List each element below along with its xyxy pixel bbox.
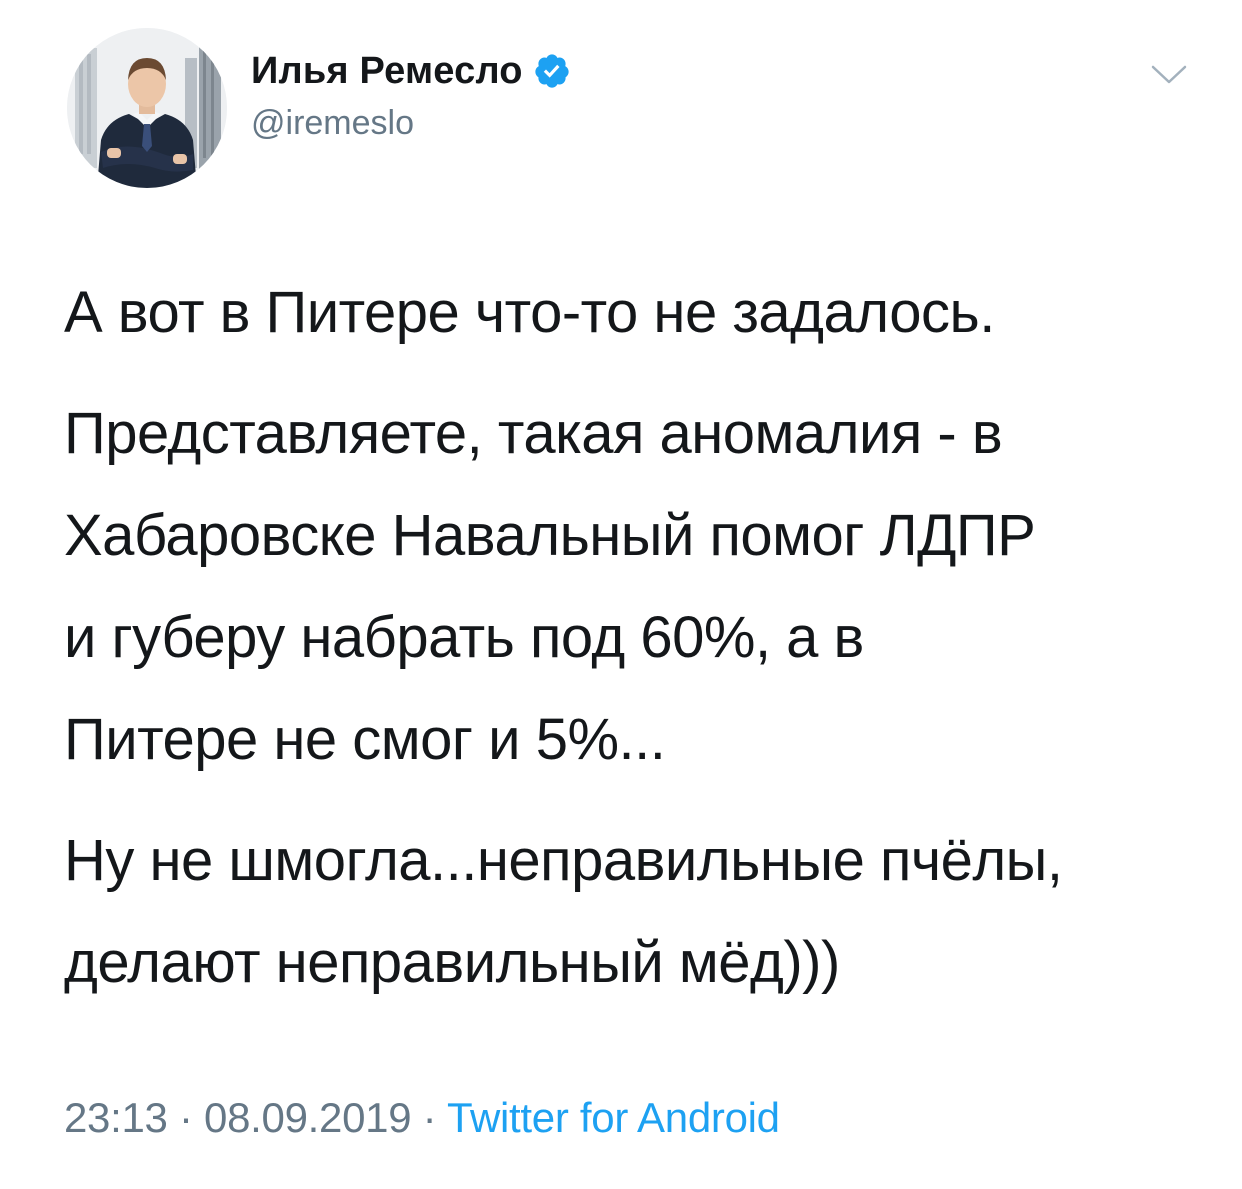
meta-separator: · <box>167 1094 205 1141</box>
person-avatar-icon <box>67 28 227 188</box>
chevron-down-icon[interactable] <box>1150 62 1188 88</box>
tweet-source-link[interactable]: Twitter for Android <box>447 1094 780 1141</box>
author-name-row[interactable]: Илья Ремесло <box>251 46 571 96</box>
author-display-name[interactable]: Илья Ремесло <box>251 50 523 93</box>
tweet-text: А вот в Питере что-то не задалось. Предс… <box>64 262 1194 1014</box>
author-avatar[interactable] <box>67 28 227 188</box>
tweet-paragraph: Ну не шмогла...неправильные пчёлы, делаю… <box>64 828 1063 995</box>
tweet-time[interactable]: 23:13 <box>64 1094 168 1141</box>
tweet-paragraph: А вот в Питере что-то не задалось. <box>64 280 995 345</box>
author-handle[interactable]: @iremeslo <box>251 104 414 143</box>
tweet-date[interactable]: 08.09.2019 <box>204 1094 412 1141</box>
meta-separator: · <box>411 1094 447 1141</box>
tweet-paragraph: Представляете, такая аномалия - в Хабаро… <box>64 401 1036 772</box>
verified-badge-icon <box>533 52 571 90</box>
tweet-meta: 23:13 · 08.09.2019 · Twitter for Android <box>64 1094 780 1142</box>
